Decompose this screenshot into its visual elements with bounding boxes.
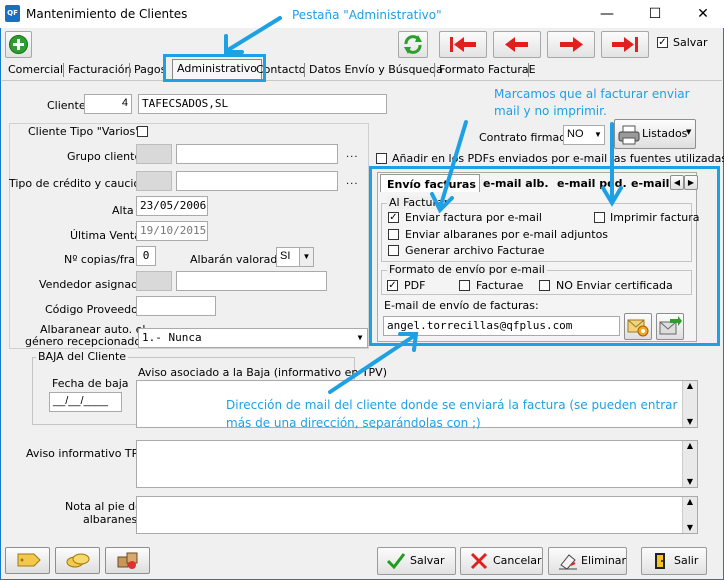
annotation-arrow-email	[328, 334, 416, 394]
annotation-arrow-enviar	[438, 120, 468, 210]
annotation-arrow-tab	[226, 16, 282, 52]
annotation-arrows	[224, 16, 623, 394]
